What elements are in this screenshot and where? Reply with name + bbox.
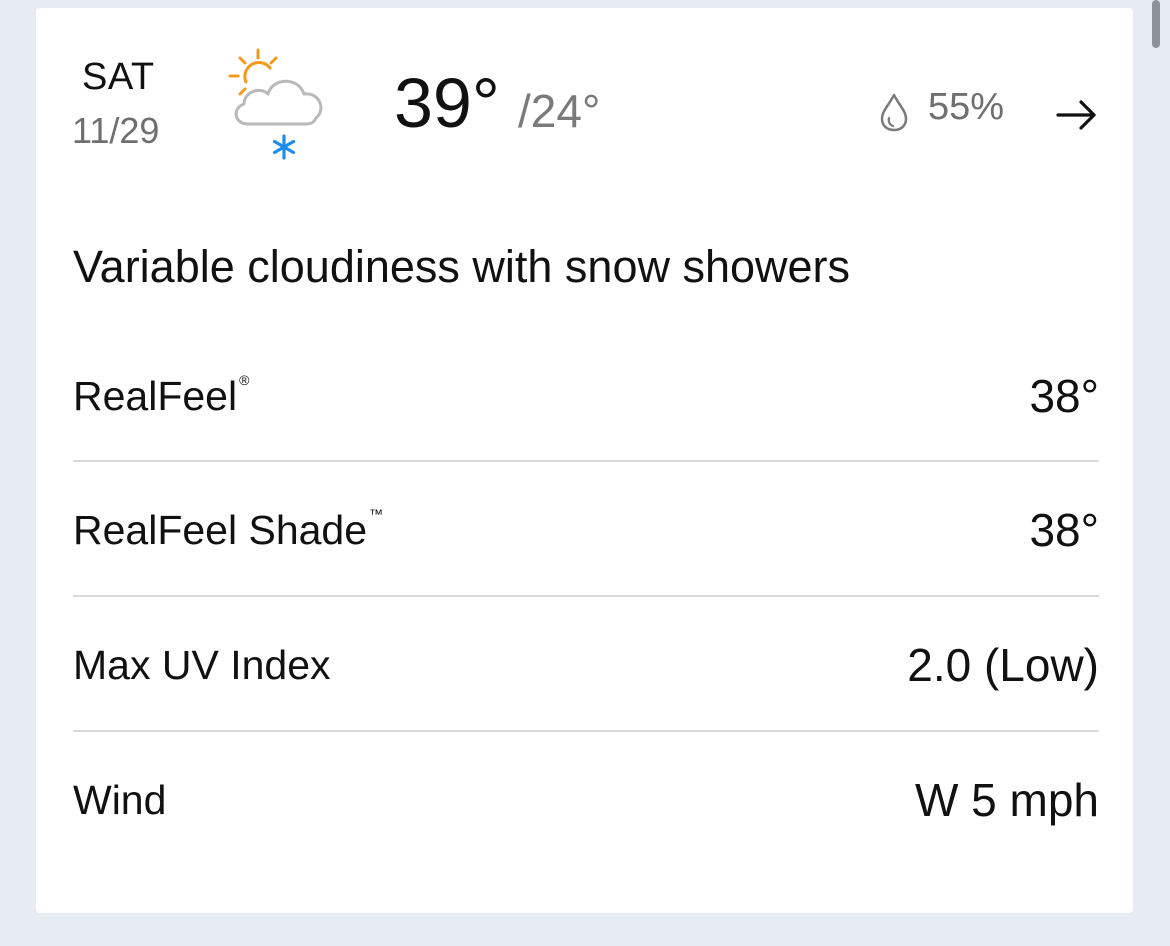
daily-forecast-card[interactable]: SAT 11/29 39° /24° 55% Variable cloudine… [36, 8, 1133, 913]
forecast-phrase: Variable cloudiness with snow showers [73, 241, 851, 292]
raindrop-icon [880, 93, 908, 132]
high-temperature: 39° [394, 64, 500, 142]
trademark-mark: ™ [369, 506, 384, 522]
detail-label: RealFeel Shade ™ [73, 506, 384, 553]
scrollbar-thumb[interactable] [1152, 0, 1160, 48]
detail-row-realfeel: RealFeel ® 38° [73, 366, 1099, 426]
detail-value: 38° [1029, 504, 1099, 556]
divider [73, 595, 1099, 597]
arrow-right-icon[interactable] [1054, 92, 1100, 138]
date-label: 11/29 [72, 110, 160, 151]
divider [73, 730, 1099, 732]
detail-label: Wind [73, 777, 167, 823]
detail-value: 38° [1029, 370, 1099, 422]
detail-label: Max UV Index [73, 642, 331, 688]
registered-mark: ® [239, 372, 250, 388]
detail-row-max-uv-index: Max UV Index 2.0 (Low) [73, 635, 1099, 695]
detail-value: W 5 mph [914, 774, 1099, 826]
divider [73, 460, 1099, 462]
low-temperature: /24° [518, 85, 601, 137]
precipitation-chance: 55% [928, 86, 1005, 128]
day-label: SAT [82, 56, 155, 98]
detail-row-wind: Wind W 5 mph [73, 770, 1099, 830]
partly-sunny-snow-icon [228, 48, 323, 160]
detail-label: RealFeel ® [73, 372, 250, 419]
detail-value: 2.0 (Low) [907, 639, 1099, 691]
detail-row-realfeel-shade: RealFeel Shade ™ 38° [73, 500, 1099, 560]
